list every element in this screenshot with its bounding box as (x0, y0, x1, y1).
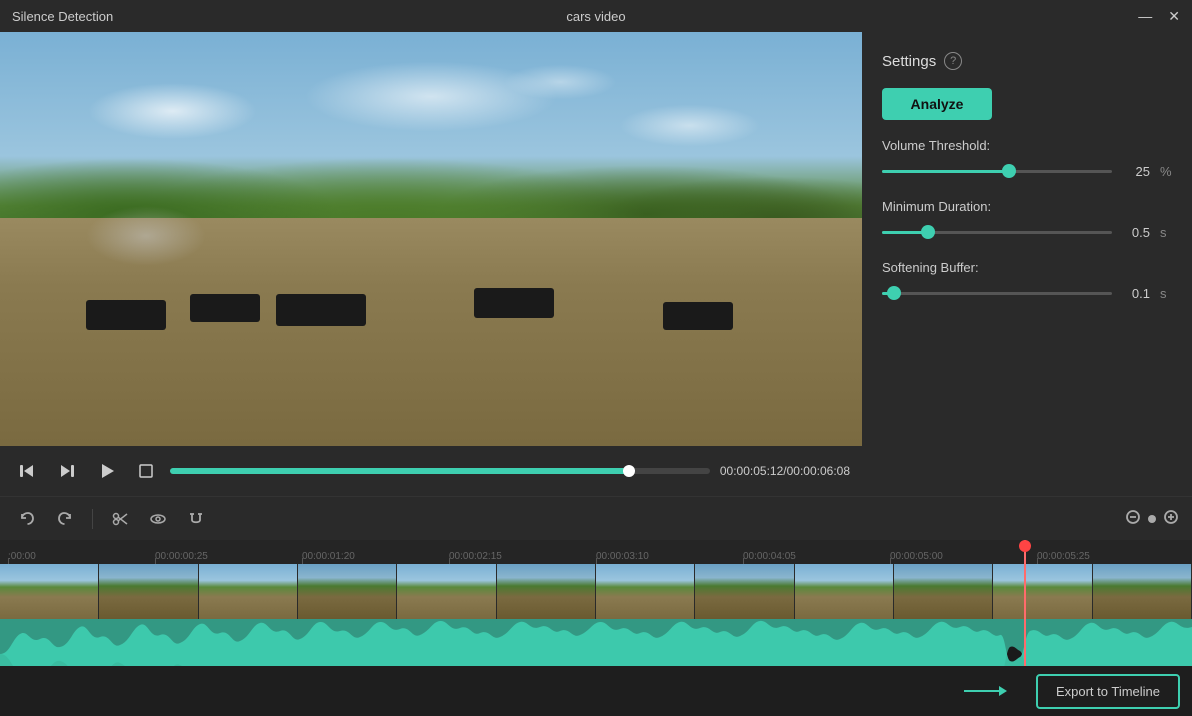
thumbnail-6 (596, 564, 695, 619)
analyze-button[interactable]: Analyze (882, 88, 992, 120)
video-panel: 00:00:05:12/00:00:06:08 (0, 32, 862, 496)
slider-track (882, 292, 1112, 295)
thumbnail-8 (795, 564, 894, 619)
export-area: Export to Timeline (0, 666, 1192, 716)
minimum-duration-slider-row: 0.5 s (882, 222, 1172, 242)
video-controls-bar: 00:00:05:12/00:00:06:08 (0, 446, 862, 496)
thumbnail-11 (1093, 564, 1192, 619)
thumbnail-9 (894, 564, 993, 619)
minimum-duration-setting: Minimum Duration: 0.5 s (882, 199, 1172, 242)
zoom-controls (1124, 508, 1180, 529)
arrow-head (999, 686, 1007, 696)
video-display (0, 32, 862, 446)
timeline-toolbar (0, 496, 1192, 540)
export-to-timeline-button[interactable]: Export to Timeline (1036, 674, 1180, 709)
settings-header: Settings ? (882, 52, 1172, 70)
ruler-mark-0: :00:00 (8, 551, 155, 564)
volume-threshold-unit: % (1160, 164, 1172, 179)
slider-thumb[interactable] (887, 286, 901, 300)
zoom-indicator (1148, 515, 1156, 523)
tire-stack-1 (86, 300, 166, 330)
thumbnail-5 (497, 564, 596, 619)
app-title: Silence Detection (12, 9, 113, 24)
softening-buffer-unit: s (1160, 286, 1172, 301)
minimum-duration-unit: s (1160, 225, 1172, 240)
undo-button[interactable] (12, 506, 42, 532)
tire-stack-2 (190, 294, 260, 322)
ruler-mark-7: 00:00:05:25 (1037, 551, 1184, 564)
softening-buffer-value: 0.1 (1122, 286, 1150, 301)
progress-bar[interactable] (170, 468, 710, 474)
volume-threshold-value: 25 (1122, 164, 1150, 179)
settings-title: Settings (882, 53, 936, 70)
ruler-mark-5: 00:00:04:05 (743, 551, 890, 564)
ruler-mark-2: 00:00:01:20 (302, 551, 449, 564)
settings-panel: Settings ? Analyze Volume Threshold: 25 … (862, 32, 1192, 496)
magnet-button[interactable] (181, 506, 211, 532)
softening-buffer-setting: Softening Buffer: 0.1 s (882, 260, 1172, 303)
minimize-button[interactable]: — (1138, 9, 1152, 23)
minimum-duration-value: 0.5 (1122, 225, 1150, 240)
ruler-mark-4: 00:00:03:10 (596, 551, 743, 564)
zoom-out-button[interactable] (1124, 508, 1142, 529)
arrow-line (964, 690, 999, 692)
time-display: 00:00:05:12/00:00:06:08 (720, 464, 850, 478)
softening-buffer-label: Softening Buffer: (882, 260, 1172, 275)
volume-threshold-label: Volume Threshold: (882, 138, 1172, 153)
slider-thumb[interactable] (921, 225, 935, 239)
thumbnail-0 (0, 564, 99, 619)
titlebar: Silence Detection cars video — ✕ (0, 0, 1192, 32)
thumbnail-1 (99, 564, 198, 619)
volume-threshold-slider[interactable] (882, 161, 1112, 181)
smoke-effect (86, 206, 206, 266)
thumbnail-7 (695, 564, 794, 619)
minimum-duration-label: Minimum Duration: (882, 199, 1172, 214)
slider-track (882, 231, 1112, 234)
toolbar-separator-1 (92, 509, 93, 529)
thumbnail-10 (993, 564, 1092, 619)
softening-buffer-slider-row: 0.1 s (882, 283, 1172, 303)
volume-threshold-setting: Volume Threshold: 25 % (882, 138, 1172, 181)
ruler-mark-6: 00:00:05:00 (890, 551, 1037, 564)
thumbnail-2 (199, 564, 298, 619)
bottom-timeline-area: :00:00 00:00:00:25 00:00:01:20 00:00:02:… (0, 496, 1192, 716)
slider-thumb[interactable] (1002, 164, 1016, 178)
volume-threshold-slider-row: 25 % (882, 161, 1172, 181)
eye-button[interactable] (143, 506, 173, 532)
ruler-marks: :00:00 00:00:00:25 00:00:01:20 00:00:02:… (8, 551, 1184, 564)
help-icon[interactable]: ? (944, 52, 962, 70)
timeline-content: :00:00 00:00:00:25 00:00:01:20 00:00:02:… (0, 540, 1192, 666)
tire-stack-4 (474, 288, 554, 318)
window-controls: — ✕ (1138, 9, 1180, 23)
step-back-button[interactable] (12, 458, 42, 484)
export-arrow (964, 686, 1007, 696)
waveform-svg (0, 619, 1192, 666)
play-button[interactable] (92, 458, 122, 484)
waveform-container (0, 619, 1192, 666)
thumbnails-strip (0, 564, 1192, 619)
scissors-button[interactable] (105, 506, 135, 532)
main-area: 00:00:05:12/00:00:06:08 Settings ? Analy… (0, 32, 1192, 496)
tire-stack-3 (276, 294, 366, 326)
softening-buffer-slider[interactable] (882, 283, 1112, 303)
progress-fill (170, 468, 629, 474)
slider-fill (882, 170, 1009, 173)
ruler-mark-1: 00:00:00:25 (155, 551, 302, 564)
redo-button[interactable] (50, 506, 80, 532)
step-forward-button[interactable] (52, 458, 82, 484)
video-background (0, 32, 862, 446)
progress-thumb[interactable] (623, 465, 635, 477)
stop-button[interactable] (132, 459, 160, 483)
thumbnail-4 (397, 564, 496, 619)
minimum-duration-slider[interactable] (882, 222, 1112, 242)
timeline-ruler: :00:00 00:00:00:25 00:00:01:20 00:00:02:… (0, 540, 1192, 564)
ruler-mark-3: 00:00:02:15 (449, 551, 596, 564)
zoom-in-button[interactable] (1162, 508, 1180, 529)
close-button[interactable]: ✕ (1168, 9, 1180, 23)
slider-track (882, 170, 1112, 173)
thumbnail-3 (298, 564, 397, 619)
tire-stack-5 (663, 302, 733, 330)
file-title: cars video (566, 9, 625, 24)
